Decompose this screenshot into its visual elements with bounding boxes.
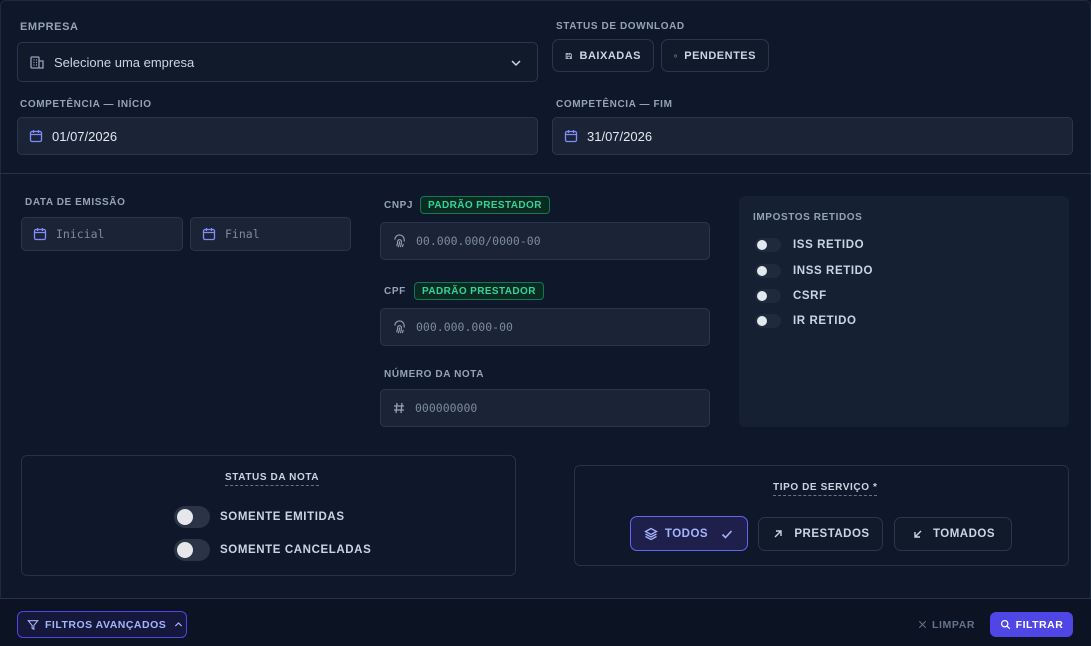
csrf-toggle[interactable]	[755, 289, 781, 303]
fingerprint-icon	[394, 233, 405, 247]
ir-retido-toggle[interactable]	[755, 314, 781, 328]
calendar-icon	[564, 130, 578, 143]
cnpj-input[interactable]: 00.000.000/0000-00	[380, 222, 710, 260]
cnpj-badge: PADRÃO PRESTADOR	[420, 196, 550, 214]
filtros-avancados-label: FILTROS AVANÇADOS	[45, 618, 167, 631]
tomados-button[interactable]: TOMADOS	[894, 517, 1012, 551]
competencia-inicio-value: 01/07/2026	[52, 128, 118, 144]
download-status-label: STATUS DE DOWNLOAD	[556, 21, 685, 32]
todos-label: TODOS	[664, 527, 709, 540]
data-emissao-label: DATA DE EMISSÃO	[25, 197, 126, 208]
cpf-placeholder: 000.000.000-00	[416, 320, 513, 334]
competencia-fim-label: COMPETÊNCIA — FIM	[556, 99, 673, 110]
pendentes-button[interactable]: PENDENTES	[661, 39, 769, 72]
cpf-badge: PADRÃO PRESTADOR	[414, 282, 544, 300]
data-emissao-final-input[interactable]: Final	[190, 217, 351, 251]
data-emissao-inicial-placeholder: Inicial	[56, 227, 105, 241]
impostos-title: IMPOSTOS RETIDOS	[753, 212, 863, 223]
tipo-servico-title: TIPO DE SERVIÇO *	[773, 482, 878, 496]
competencia-fim-value: 31/07/2026	[587, 128, 653, 144]
footer-divider	[0, 598, 1091, 599]
empresa-label: EMPRESA	[20, 21, 79, 33]
search-icon	[1000, 619, 1010, 630]
building-icon	[30, 56, 44, 69]
limpar-label: LIMPAR	[932, 618, 976, 631]
inss-retido-label: INSS RETIDO	[793, 265, 874, 277]
csrf-label: CSRF	[793, 290, 827, 302]
competencia-inicio-input[interactable]: 01/07/2026	[17, 117, 538, 155]
somente-emitidas-label: SOMENTE EMITIDAS	[220, 511, 345, 523]
section-divider	[0, 173, 1091, 174]
arrow-down-left-icon	[914, 530, 922, 538]
cnpj-placeholder: 00.000.000/0000-00	[416, 234, 541, 248]
inss-retido-toggle[interactable]	[755, 264, 781, 278]
empresa-placeholder: Selecione uma empresa	[54, 54, 195, 70]
filtros-avancados-button[interactable]: FILTROS AVANÇADOS	[17, 611, 187, 638]
cnpj-label: CNPJ	[384, 200, 414, 211]
chevron-up-icon	[175, 622, 183, 627]
somente-canceladas-label: SOMENTE CANCELADAS	[220, 544, 372, 556]
layers-icon	[644, 527, 658, 540]
filtrar-button[interactable]: FILTRAR	[990, 612, 1073, 637]
empresa-select[interactable]: Selecione uma empresa	[17, 42, 538, 82]
tomados-label: TOMADOS	[932, 528, 996, 540]
prestados-label: PRESTADOS	[794, 528, 870, 540]
chevron-down-icon	[511, 60, 521, 67]
somente-emitidas-toggle[interactable]	[174, 506, 210, 528]
baixadas-label: BAIXADAS	[579, 49, 641, 62]
competencia-inicio-label: COMPETÊNCIA — INÍCIO	[20, 99, 152, 110]
save-icon	[565, 52, 572, 59]
cpf-label: CPF	[384, 286, 406, 297]
close-icon	[918, 620, 927, 629]
cpf-input[interactable]: 000.000.000-00	[380, 308, 710, 346]
iss-retido-toggle[interactable]	[755, 238, 781, 252]
prestados-button[interactable]: PRESTADOS	[758, 517, 883, 551]
calendar-icon	[202, 228, 216, 241]
data-emissao-final-placeholder: Final	[225, 227, 260, 241]
todos-button[interactable]: TODOS	[630, 516, 748, 551]
calendar-icon	[33, 228, 47, 241]
numero-nota-label: NÚMERO DA NOTA	[384, 369, 485, 380]
ir-retido-label: IR RETIDO	[793, 315, 857, 327]
filtrar-label: FILTRAR	[1015, 618, 1064, 631]
alert-circle-icon	[674, 54, 678, 57]
somente-canceladas-toggle[interactable]	[174, 539, 210, 561]
arrow-up-right-icon	[774, 530, 783, 538]
check-icon	[722, 529, 733, 539]
competencia-fim-input[interactable]: 31/07/2026	[552, 117, 1073, 155]
impostos-retidos-box	[739, 196, 1069, 427]
calendar-icon	[29, 130, 43, 143]
status-nota-title: STATUS DA NOTA	[225, 472, 320, 486]
limpar-button[interactable]: LIMPAR	[918, 612, 975, 637]
iss-retido-label: ISS RETIDO	[793, 239, 865, 251]
numero-nota-input[interactable]: 000000000	[380, 389, 710, 427]
pendentes-label: PENDENTES	[684, 49, 756, 62]
fingerprint-icon	[394, 319, 405, 333]
hash-icon	[394, 402, 404, 414]
baixadas-button[interactable]: BAIXADAS	[552, 39, 654, 72]
data-emissao-inicial-input[interactable]: Inicial	[21, 217, 183, 251]
numero-nota-placeholder: 000000000	[415, 401, 478, 415]
filter-icon	[27, 619, 39, 630]
